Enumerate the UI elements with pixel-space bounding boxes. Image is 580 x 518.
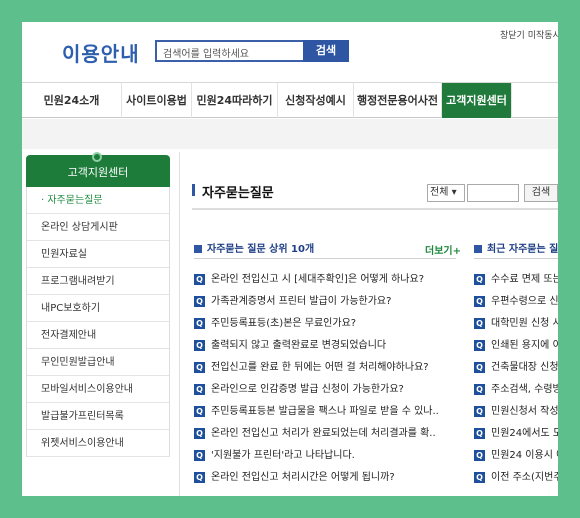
q-icon: Q xyxy=(194,384,205,395)
search-button[interactable]: 검색 xyxy=(303,40,349,62)
recent-faq-item[interactable]: Q 건축물대장 신청 xyxy=(474,360,558,376)
q-icon: Q xyxy=(194,406,205,417)
faq-search-input[interactable] xyxy=(467,184,519,202)
q-icon: Q xyxy=(474,362,485,373)
faq-item[interactable]: Q 전입신고를 완료 한 뒤에는 어떤 걸 처리해야하나요? xyxy=(194,360,456,376)
faq-item[interactable]: Q 온라인 전입신고 시 [세대주확인]은 어떻게 하나요? xyxy=(194,272,456,288)
category-select[interactable]: 전체 ▾ xyxy=(427,184,465,202)
sidebar-item-download[interactable]: 프로그램내려받기 xyxy=(27,268,169,295)
search-input[interactable]: 검색어를 입력하세요 xyxy=(155,40,303,62)
faq-item[interactable]: Q '지원불가 프린터'라고 나타납니다. xyxy=(194,448,456,464)
page-frame: 이용안내 검색어를 입력하세요 검색 창닫기 미작동시 성 민원24소개 사이트… xyxy=(22,22,558,496)
recent-faq-item[interactable]: Q 민원신청서 작성 xyxy=(474,404,558,420)
site-logo[interactable]: 이용안내 xyxy=(62,38,140,67)
main-nav: 민원24소개 사이트이용법 민원24따라하기 신청작성예시 행정전문용어사전 고… xyxy=(22,82,558,118)
nav-item-intro[interactable]: 민원24소개 xyxy=(22,83,122,118)
recent-faq-item[interactable]: Q 대학민원 신청 시 xyxy=(474,316,558,332)
q-icon: Q xyxy=(474,274,485,285)
sidebar-item-kiosk[interactable]: 무인민원발급안내 xyxy=(27,349,169,376)
q-icon: Q xyxy=(474,296,485,307)
recent-divider xyxy=(474,258,558,259)
top10-heading: 자주묻는 질문 상위 10개 xyxy=(194,240,314,255)
title-bar-icon xyxy=(192,184,195,196)
recent-faq-item[interactable]: Q 우편수령으로 신 xyxy=(474,294,558,310)
page-title: 자주묻는질문 xyxy=(192,182,274,201)
bullet-icon xyxy=(194,245,202,253)
q-icon: Q xyxy=(194,450,205,461)
more-link[interactable]: 더보기+ xyxy=(425,242,461,257)
q-icon: Q xyxy=(474,428,485,439)
q-icon: Q xyxy=(194,318,205,329)
sidebar-item-data[interactable]: 민원자료실 xyxy=(27,241,169,268)
faq-item[interactable]: Q 가족관계증명서 프린터 발급이 가능한가요? xyxy=(194,294,456,310)
nav-item-glossary[interactable]: 행정전문용어사전 xyxy=(354,83,442,118)
sidebar-item-faq[interactable]: · 자주묻는질문 xyxy=(27,187,169,214)
faq-item[interactable]: Q 온라인 전입신고 처리가 완료되었는데 처리결과를 확.. xyxy=(194,426,456,442)
sidebar-item-mobile[interactable]: 모바일서비스이용안내 xyxy=(27,376,169,403)
nav-item-usage[interactable]: 사이트이용법 xyxy=(122,83,192,118)
q-icon: Q xyxy=(194,472,205,483)
close-window-link[interactable]: 창닫기 미작동시 성 xyxy=(500,28,558,41)
faq-item[interactable]: Q 온라인으로 인감증명 발급 신청이 가능한가요? xyxy=(194,382,456,398)
nav-item-follow[interactable]: 민원24따라하기 xyxy=(192,83,278,118)
sidebar-title: 고객지원센터 xyxy=(26,152,170,187)
nav-item-support[interactable]: 고객지원센터 xyxy=(442,83,512,118)
recent-faq-item[interactable]: Q 민원24에서도 도 xyxy=(474,426,558,442)
nav-item-examples[interactable]: 신청작성예시 xyxy=(278,83,354,118)
recent-faq-item[interactable]: Q 주소검색, 수령방 xyxy=(474,382,558,398)
sidebar-menu: · 자주묻는질문 온라인 상담게시판 민원자료실 프로그램내려받기 내PC보호하… xyxy=(26,187,170,457)
recent-faq-item[interactable]: Q 이전 주소(지번주 xyxy=(474,470,558,486)
faq-item[interactable]: Q 주민등록표등(초)본은 무료인가요? xyxy=(194,316,456,332)
recent-faq-item[interactable]: Q 수수료 면제 또는 xyxy=(474,272,558,288)
sidebar-item-pc-protect[interactable]: 내PC보호하기 xyxy=(27,295,169,322)
faq-item[interactable]: Q 온라인 전입신고 처리시간은 어떻게 됩니까? xyxy=(194,470,456,486)
recent-faq-item[interactable]: Q 인쇄된 용지에 이 xyxy=(474,338,558,354)
q-icon: Q xyxy=(474,384,485,395)
q-icon: Q xyxy=(474,450,485,461)
faq-search-button[interactable]: 검색 xyxy=(524,184,558,202)
sidebar-item-payment[interactable]: 전자결제안내 xyxy=(27,322,169,349)
sidebar-item-widget[interactable]: 위젯서비스이용안내 xyxy=(27,430,169,457)
recent-heading: 최근 자주묻는 질문 xyxy=(474,240,558,255)
title-divider xyxy=(192,208,558,210)
q-icon: Q xyxy=(194,296,205,307)
q-icon: Q xyxy=(194,362,205,373)
q-icon: Q xyxy=(474,472,485,483)
top10-divider xyxy=(194,258,456,259)
content-divider xyxy=(179,152,180,496)
recent-faq-item[interactable]: Q 민원24 이용시 어 xyxy=(474,448,558,464)
sidebar-item-counsel[interactable]: 온라인 상담게시판 xyxy=(27,214,169,241)
faq-item[interactable]: Q 주민등록표등본 발급물을 팩스나 파일로 받을 수 있나.. xyxy=(194,404,456,420)
q-icon: Q xyxy=(194,428,205,439)
q-icon: Q xyxy=(194,340,205,351)
sub-nav-band xyxy=(22,119,558,149)
sidebar-dot-icon xyxy=(92,152,102,162)
faq-item[interactable]: Q 출력되지 않고 출력완료로 변경되었습니다 xyxy=(194,338,456,354)
q-icon: Q xyxy=(474,406,485,417)
q-icon: Q xyxy=(194,274,205,285)
sidebar-item-printers[interactable]: 발급불가프린터목록 xyxy=(27,403,169,430)
q-icon: Q xyxy=(474,340,485,351)
q-icon: Q xyxy=(474,318,485,329)
bullet-icon xyxy=(474,245,482,253)
